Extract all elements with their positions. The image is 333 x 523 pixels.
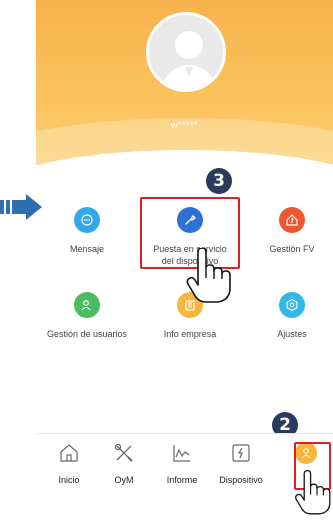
pv-management-icon [279,207,305,233]
profile-header: w***** [36,0,333,190]
tab-label: OyM [114,475,134,485]
menu-item-label: Gestión FV [269,244,315,254]
menu-item-label: Gestión de usuarios [46,329,128,339]
message-icon [74,207,100,233]
hand-pointer-icon [295,469,331,515]
tools-icon [114,443,133,462]
menu-item-label: Ajustes [277,329,307,339]
tab-oym[interactable]: OyM [94,442,154,485]
menu-item-gestion-usuarios[interactable]: Gestión de usuarios [37,292,137,340]
tab-inicio[interactable]: Inicio [39,442,99,485]
menu-item-gestion-fv[interactable]: Gestión FV [242,207,333,255]
menu-item-ajustes[interactable]: Ajustes [242,292,333,340]
menu-item-label: Info empresa [163,329,217,339]
pointer-arrow-icon [0,194,42,220]
device-icon [232,444,250,462]
default-avatar-icon [149,15,223,89]
menu-item-mensaje[interactable]: Mensaje [37,207,137,255]
menu-item-label: Mensaje [69,244,105,254]
username: w***** [170,120,198,130]
user-management-icon [74,292,100,318]
avatar[interactable] [146,12,226,92]
hand-pointer-icon [186,248,231,303]
tab-informe[interactable]: Informe [152,442,212,485]
settings-icon [279,292,305,318]
tab-label: Informe [166,475,198,485]
report-icon [173,445,190,462]
tab-dispositivo[interactable]: Dispositivo [211,442,271,485]
tab-label: Inicio [58,475,80,485]
step-badge-3: 3 [206,168,232,194]
home-icon [60,444,78,462]
tab-label: Dispositivo [219,475,263,485]
bottom-tab-bar: Inicio OyM Informe Dispositivo [36,433,333,493]
